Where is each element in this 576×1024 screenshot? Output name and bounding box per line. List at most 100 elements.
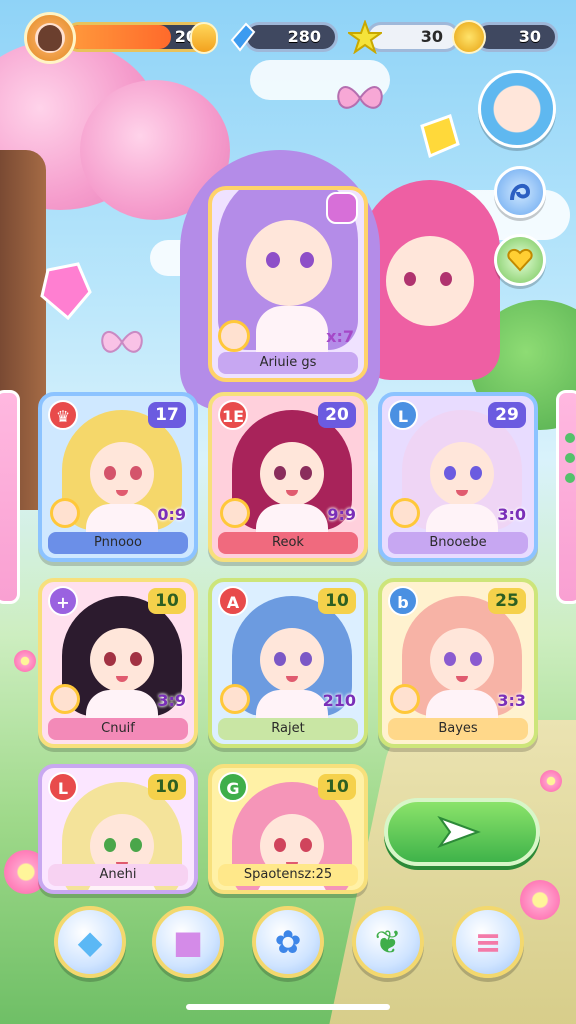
portrait-eye: [104, 466, 116, 480]
mini-avatar: [390, 498, 420, 528]
character-card[interactable]: L 10 Anehi: [38, 764, 198, 894]
featured-mini-avatar: [218, 320, 250, 352]
card-level: 9:9: [327, 505, 356, 524]
card-name: Anehi: [48, 864, 188, 886]
yellow-gem-icon[interactable]: [414, 112, 462, 160]
portrait-face: [260, 442, 324, 506]
card-name: Reok: [218, 532, 358, 554]
leaf-brush-icon: ❦: [374, 923, 402, 961]
mini-avatar: [390, 684, 420, 714]
settings-flower-icon: ✿: [274, 923, 302, 961]
card-number: 25: [488, 588, 526, 614]
card-number: 10: [148, 774, 186, 800]
rank-badge: 1E: [218, 400, 248, 430]
card-name: Pnnooo: [48, 532, 188, 554]
portrait-eye: [130, 838, 142, 852]
energy-add-icon[interactable]: [190, 22, 218, 54]
portrait-eye: [104, 652, 116, 666]
coin-icon: [452, 20, 486, 54]
left-scroll-panel[interactable]: [0, 390, 20, 604]
portrait-eye: [274, 838, 286, 852]
right-scroll-panel[interactable]: [556, 390, 576, 604]
play-next-button[interactable]: [384, 798, 540, 866]
candy-icon: ◆: [77, 923, 103, 961]
card-level: 0:9: [157, 505, 186, 524]
portrait-eye: [274, 652, 286, 666]
butterfly-icon: [337, 86, 383, 109]
menu-icon: ≡: [474, 923, 502, 961]
rank-badge: G: [218, 772, 248, 802]
card-name: Cnuif: [48, 718, 188, 740]
gift-box-icon: ■: [172, 923, 204, 961]
pink-crystal-icon[interactable]: [38, 262, 92, 320]
mini-avatar: [220, 684, 250, 714]
rank-badge: +: [48, 586, 78, 616]
blue-crystal-icon: [230, 22, 256, 52]
portrait-eye: [274, 466, 286, 480]
character-card[interactable]: L 29 3:0 Bnooebe: [378, 392, 538, 562]
card-level: 3:0: [497, 505, 526, 524]
rank-badge: L: [388, 400, 418, 430]
crown-rank-icon: ♛: [48, 400, 78, 430]
portrait-eye: [300, 466, 312, 480]
player-avatar[interactable]: [24, 12, 76, 64]
card-number: 10: [318, 774, 356, 800]
portrait-eye: [104, 838, 116, 852]
featured-character-card[interactable]: x:7 Ariuie gs: [208, 186, 368, 382]
portrait-eye: [130, 466, 142, 480]
character-card[interactable]: G 10 Spaotensz:25: [208, 764, 368, 894]
portrait-face: [260, 628, 324, 692]
portrait-face: [430, 442, 494, 506]
coin-counter[interactable]: 30: [452, 16, 558, 60]
card-number: 10: [318, 588, 356, 614]
portrait-face: [430, 628, 494, 692]
coin-value: 30: [518, 27, 541, 46]
gem-counter[interactable]: 280: [226, 16, 338, 60]
character-card[interactable]: 1E 20 9:9 Reok: [208, 392, 368, 562]
portrait-eye: [300, 838, 312, 852]
page-dot: [565, 433, 575, 443]
flower: [520, 880, 560, 920]
portrait-eye: [470, 652, 482, 666]
star-icon: [348, 20, 382, 54]
character-card[interactable]: A 10 210 Rajet: [208, 578, 368, 748]
mini-avatar: [50, 498, 80, 528]
home-indicator: [186, 1004, 390, 1010]
portrait-eye: [444, 652, 456, 666]
portrait-eye: [300, 652, 312, 666]
settings-flower-nav-button[interactable]: ✿: [252, 906, 324, 978]
heart-gem-icon[interactable]: [494, 234, 546, 286]
profile-girl-icon[interactable]: [478, 70, 556, 148]
card-number: 17: [148, 402, 186, 428]
rank-badge: L: [48, 772, 78, 802]
featured-eye: [266, 252, 280, 268]
card-level: 210: [322, 691, 356, 710]
pink-hair-girl-character: [360, 180, 500, 380]
portrait-eye: [444, 466, 456, 480]
portrait-eye: [130, 652, 142, 666]
gift-box-nav-button[interactable]: ■: [152, 906, 224, 978]
leaf-brush-nav-button[interactable]: ❦: [352, 906, 424, 978]
candy-nav-button[interactable]: ◆: [54, 906, 126, 978]
magic-swirl-icon[interactable]: [494, 166, 546, 218]
portrait-face: [90, 628, 154, 692]
sparkle-badge-icon: [326, 192, 358, 224]
character-card[interactable]: b 25 3:3 Bayes: [378, 578, 538, 748]
portrait-face: [90, 442, 154, 506]
featured-level: x:7: [326, 327, 354, 346]
card-name: Bayes: [388, 718, 528, 740]
page-dot: [565, 453, 575, 463]
portrait-eye: [470, 466, 482, 480]
card-level: 3:9: [157, 691, 186, 710]
card-level: 3:3: [497, 691, 526, 710]
character-card[interactable]: +10 3:9 Cnuif: [38, 578, 198, 748]
page-dot: [565, 473, 575, 483]
flower: [540, 770, 562, 792]
character-card[interactable]: ♛ 17 0:9 Pnnooo: [38, 392, 198, 562]
featured-portrait-face: [246, 220, 332, 306]
star-counter[interactable]: 30: [348, 16, 460, 60]
butterfly-icon: [101, 330, 143, 353]
player-avatar-hair: [38, 25, 62, 51]
game-screen: x:7 Ariuie gs ♛ 17 0:9 Pnnooo 1E 20 9:9 Reok L 29…: [0, 0, 576, 1024]
menu-nav-button[interactable]: ≡: [452, 906, 524, 978]
